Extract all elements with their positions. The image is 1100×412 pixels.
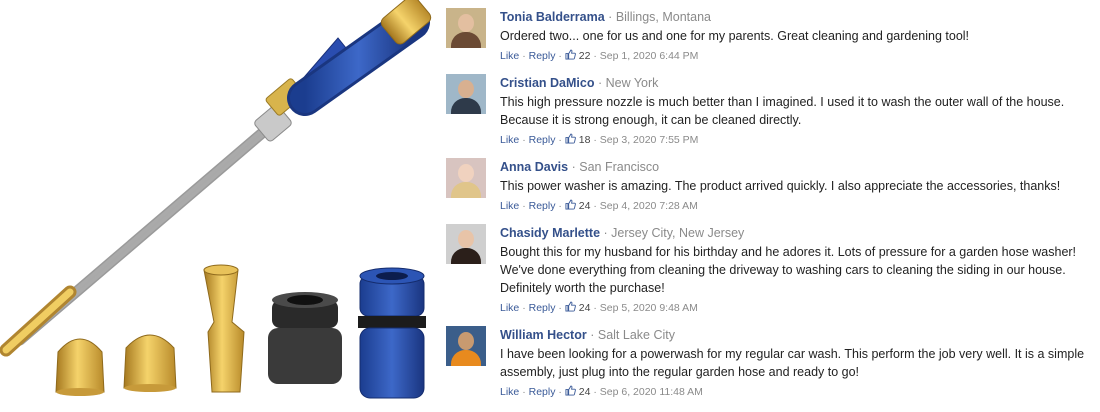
avatar-body	[451, 248, 481, 264]
thumbs-up-icon[interactable]	[565, 385, 576, 396]
action-separator: ·	[593, 386, 597, 398]
reply-link[interactable]: Reply	[529, 50, 556, 62]
like-link[interactable]: Like	[500, 134, 519, 146]
hose-connector-blue	[358, 267, 426, 399]
comment-text: I have been looking for a powerwash for …	[500, 347, 1085, 379]
action-separator: ·	[593, 200, 597, 212]
product-image	[0, 0, 440, 407]
comment-actions: Like · Reply · 24 · Sep 5, 2020 9:48 AM	[500, 301, 1100, 315]
avatar[interactable]	[446, 326, 486, 366]
action-separator: ·	[558, 302, 562, 314]
comment-meta: Chasidy Marlette · Jersey City, New Jers…	[500, 224, 1100, 242]
avatar[interactable]	[446, 224, 486, 264]
action-separator: ·	[558, 386, 562, 398]
comment-body: Anna Davis · San Francisco This power wa…	[500, 158, 1100, 213]
like-count: 24	[578, 200, 591, 212]
avatar-body	[451, 182, 481, 198]
comment-date: Sep 1, 2020 6:44 PM	[599, 50, 699, 62]
like-link[interactable]: Like	[500, 200, 519, 212]
comment-body: Cristian DaMico · New York This high pre…	[500, 74, 1100, 147]
avatar-body	[451, 98, 481, 114]
comment-date: Sep 5, 2020 9:48 AM	[599, 302, 698, 314]
pressure-washer-illustration	[0, 0, 432, 399]
reply-link[interactable]: Reply	[529, 134, 556, 146]
author-location: New York	[605, 76, 659, 90]
comment-date: Sep 3, 2020 7:55 PM	[599, 134, 699, 146]
comment-text: This power washer is amazing. The produc…	[500, 179, 1061, 193]
action-separator: ·	[593, 302, 597, 314]
action-separator: ·	[593, 134, 597, 146]
comment-meta: Cristian DaMico · New York	[500, 74, 1100, 92]
avatar[interactable]	[446, 8, 486, 48]
comment-date: Sep 4, 2020 7:28 AM	[599, 200, 698, 212]
avatar-body	[451, 32, 481, 48]
thumbs-up-icon[interactable]	[565, 301, 576, 312]
action-separator: ·	[522, 386, 526, 398]
reply-link[interactable]: Reply	[529, 200, 556, 212]
comment-text: This high pressure nozzle is much better…	[500, 95, 1065, 127]
avatar-head	[458, 80, 474, 98]
action-separator: ·	[558, 134, 562, 146]
avatar-head	[458, 164, 474, 182]
comment-actions: Like · Reply · 24 · Sep 6, 2020 11:48 AM	[500, 385, 1100, 399]
action-separator: ·	[522, 50, 526, 62]
author-location: Billings, Montana	[615, 10, 712, 24]
comment-text: Ordered two... one for us and one for my…	[500, 29, 970, 43]
author-name[interactable]: Anna Davis	[500, 160, 568, 174]
action-separator: ·	[558, 200, 562, 212]
avatar[interactable]	[446, 158, 486, 198]
like-count: 22	[578, 50, 591, 62]
comment-meta: Tonia Balderrama · Billings, Montana	[500, 8, 1100, 26]
comment-text: Bought this for my husband for his birth…	[500, 245, 1077, 295]
avatar-head	[458, 230, 474, 248]
like-link[interactable]: Like	[500, 302, 519, 314]
comment-actions: Like · Reply · 24 · Sep 4, 2020 7:28 AM	[500, 199, 1100, 213]
meta-separator: ·	[597, 76, 603, 90]
comment-meta: Anna Davis · San Francisco	[500, 158, 1100, 176]
thumbs-up-icon[interactable]	[565, 49, 576, 60]
action-separator: ·	[593, 50, 597, 62]
author-location: Salt Lake City	[597, 328, 675, 342]
like-count: 24	[578, 386, 591, 398]
action-separator: ·	[522, 200, 526, 212]
thumbs-up-icon[interactable]	[565, 133, 576, 144]
comment-meta: William Hector · Salt Lake City	[500, 326, 1100, 344]
nozzle-caps	[55, 334, 177, 396]
like-count: 18	[578, 134, 591, 146]
author-location: Jersey City, New Jersey	[611, 226, 745, 240]
meta-separator: ·	[571, 160, 576, 174]
author-name[interactable]: Tonia Balderrama	[500, 10, 605, 24]
like-link[interactable]: Like	[500, 386, 519, 398]
like-link[interactable]: Like	[500, 50, 519, 62]
author-name[interactable]: Cristian DaMico	[500, 76, 594, 90]
thumbs-up-icon[interactable]	[565, 199, 576, 210]
author-name[interactable]: Chasidy Marlette	[500, 226, 600, 240]
meta-separator: ·	[608, 10, 613, 24]
hose-adapter-black	[268, 292, 342, 384]
avatar-body	[451, 350, 481, 366]
meta-separator: ·	[590, 328, 595, 342]
comment-actions: Like · Reply · 22 · Sep 1, 2020 6:44 PM	[500, 49, 1100, 63]
action-separator: ·	[522, 302, 526, 314]
author-location: San Francisco	[579, 160, 660, 174]
action-separator: ·	[522, 134, 526, 146]
action-separator: ·	[558, 50, 562, 62]
comment-actions: Like · Reply · 18 · Sep 3, 2020 7:55 PM	[500, 133, 1100, 147]
comment-body: Chasidy Marlette · Jersey City, New Jers…	[500, 224, 1100, 315]
reply-link[interactable]: Reply	[529, 302, 556, 314]
meta-separator: ·	[603, 226, 608, 240]
avatar-head	[458, 14, 474, 32]
author-name[interactable]: William Hector	[500, 328, 587, 342]
reply-link[interactable]: Reply	[529, 386, 556, 398]
comments-list: Tonia Balderrama · Billings, Montana Ord…	[446, 0, 1100, 407]
comment-body: William Hector · Salt Lake City I have b…	[500, 326, 1100, 399]
like-count: 24	[578, 302, 591, 314]
avatar[interactable]	[446, 74, 486, 114]
comment-date: Sep 6, 2020 11:48 AM	[599, 386, 703, 398]
spray-nozzle	[203, 264, 245, 393]
avatar-head	[458, 332, 474, 350]
comment-body: Tonia Balderrama · Billings, Montana Ord…	[500, 8, 1100, 63]
